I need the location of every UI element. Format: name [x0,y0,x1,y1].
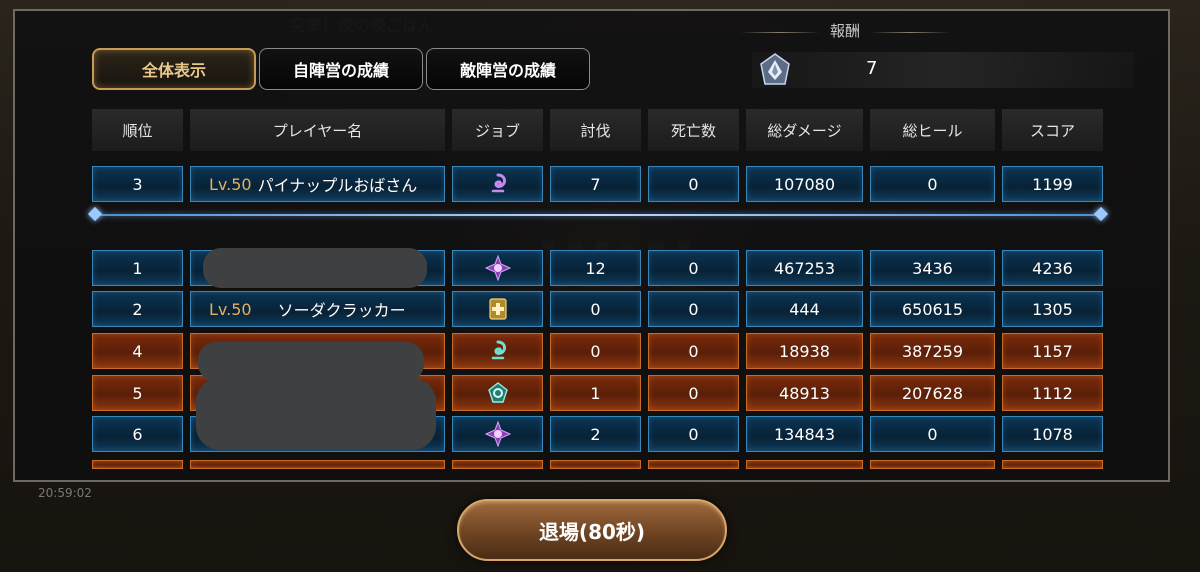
deaths-cell: 0 [648,333,739,369]
tab-overall[interactable]: 全体表示 [92,48,256,90]
player-name-cell[interactable] [190,248,445,288]
kills-cell: 7 [550,166,641,202]
player-name: パイナップルおばさん [257,176,418,195]
deaths-cell: 0 [648,250,739,286]
heal-cell: 387259 [870,333,995,369]
heal-cell: 3436 [870,250,995,286]
score-cell: 1078 [1002,416,1103,452]
player-level: Lv.50 [209,174,252,194]
job-cell [452,291,543,327]
header-kills[interactable]: 討伐 [550,109,641,151]
kills-cell: 0 [550,333,641,369]
damage-cell: 107080 [746,166,863,202]
score-cell: 1112 [1002,375,1103,411]
reward-value: 7 [866,58,878,79]
eye-sigil-job-icon [484,421,511,447]
job-cell [452,250,543,286]
header-total-heal[interactable]: 総ヒール [870,109,995,151]
job-cell [452,166,543,202]
reward-divider-left [740,32,820,33]
rank-cell: 4 [92,333,183,369]
table-row-partial [190,460,445,469]
table-row-partial [1002,460,1103,469]
heal-cell: 0 [870,166,995,202]
rank-cell: 3 [92,166,183,202]
table-row-partial [550,460,641,469]
knot-job-icon [487,382,508,403]
redacted-name [196,378,436,450]
damage-cell: 18938 [746,333,863,369]
silver-rank-emblem-icon [760,53,790,85]
deaths-cell: 0 [648,416,739,452]
job-cell [452,416,543,452]
reward-bar [752,52,1134,88]
deaths-cell: 0 [648,291,739,327]
rank-cell: 1 [92,250,183,286]
header-score[interactable]: スコア [1002,109,1103,151]
table-row-partial [92,460,183,469]
header-player-name[interactable]: プレイヤー名 [190,109,445,151]
header-total-damage[interactable]: 総ダメージ [746,109,863,151]
table-row-partial [648,460,739,469]
header-job[interactable]: ジョブ [452,109,543,151]
spiral-job-icon [491,340,506,360]
table-row-partial [746,460,863,469]
rank-cell: 6 [92,416,183,452]
kills-cell: 1 [550,375,641,411]
player-name: ソーダクラッカー [277,301,406,320]
player-name-cell[interactable]: Lv.50 パイナップルおばさん [190,166,445,202]
damage-cell: 467253 [746,250,863,286]
table-row-partial [452,460,543,469]
damage-cell: 48913 [746,375,863,411]
rank-cell: 2 [92,291,183,327]
header-deaths[interactable]: 死亡数 [648,109,739,151]
exit-button[interactable]: 退場(80秒) [457,499,727,561]
rank-cell: 5 [92,375,183,411]
background-timestamp: 20:59:02 [38,486,92,500]
score-cell: 1157 [1002,333,1103,369]
redacted-name [198,342,424,382]
score-cell: 4236 [1002,250,1103,286]
player-level: Lv.50 [209,299,252,319]
score-cell: 1305 [1002,291,1103,327]
header-rank[interactable]: 順位 [92,109,183,151]
damage-cell: 134843 [746,416,863,452]
heal-cell: 207628 [870,375,995,411]
heal-cell: 650615 [870,291,995,327]
deaths-cell: 0 [648,166,739,202]
job-cell [452,333,543,369]
kills-cell: 2 [550,416,641,452]
eye-sigil-job-icon [484,255,511,281]
tab-enemy-team[interactable]: 敵陣営の成績 [426,48,590,90]
healer-job-icon [488,298,507,320]
score-cell: 1199 [1002,166,1103,202]
reward-label: 報酬 [830,22,861,40]
self-divider-line [95,214,1101,216]
redacted-name [203,248,427,288]
job-cell [452,375,543,411]
reward-divider-right [870,32,950,33]
kills-cell: 0 [550,291,641,327]
tab-own-team[interactable]: 自陣営の成績 [259,48,423,90]
deaths-cell: 0 [648,375,739,411]
player-name-cell[interactable]: Lv.50 ソーダクラッカー [190,291,445,327]
table-row-partial [870,460,995,469]
kills-cell: 12 [550,250,641,286]
heal-cell: 0 [870,416,995,452]
spiral-job-icon [491,173,506,193]
damage-cell: 444 [746,291,863,327]
